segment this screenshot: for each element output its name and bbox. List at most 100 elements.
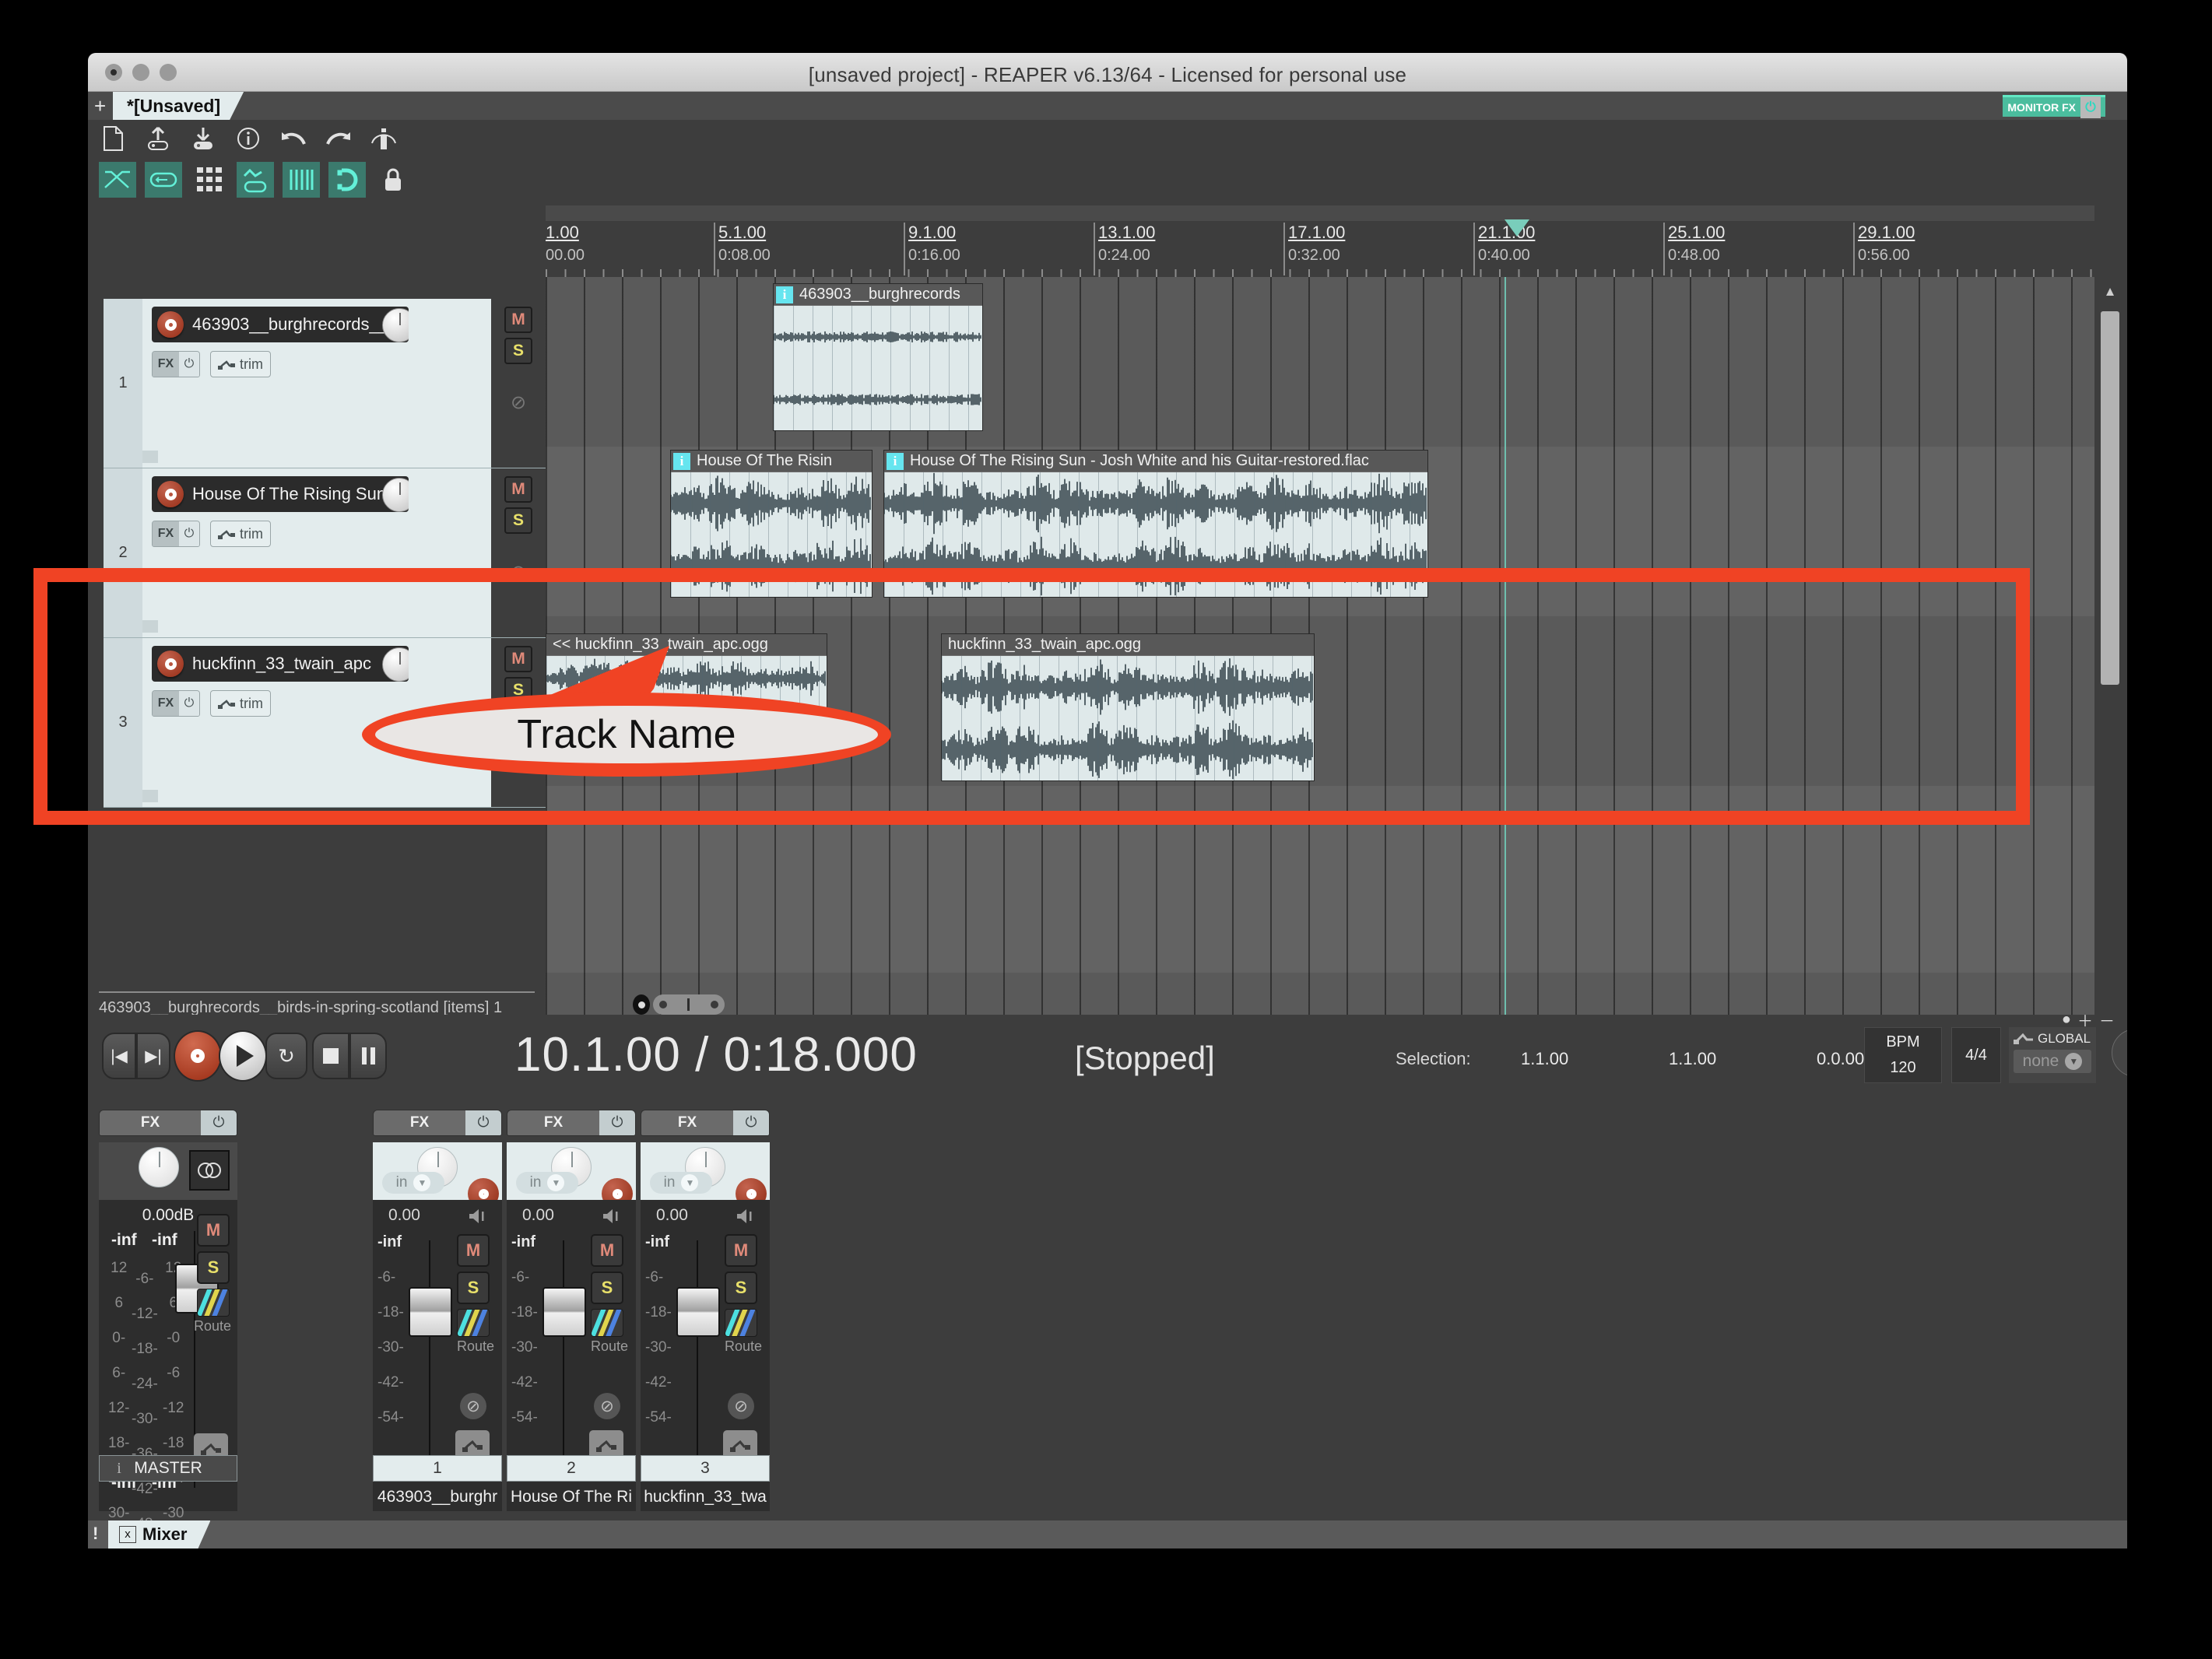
- channel-strip-tab[interactable]: 1: [373, 1455, 502, 1482]
- chevron-down-icon[interactable]: ▼: [413, 1174, 431, 1191]
- channel-strip-tab[interactable]: 2: [507, 1455, 636, 1482]
- stop-button[interactable]: [312, 1033, 349, 1079]
- channel-fx-power-icon[interactable]: ⏻: [599, 1110, 635, 1135]
- envelope-link-icon[interactable]: [237, 162, 274, 198]
- remove-mini-icon[interactable]: －: [2099, 1008, 2115, 1031]
- playback-position-display[interactable]: 10.1.00 / 0:18.000: [514, 1027, 918, 1082]
- track-name-field[interactable]: huckfinn_33_twain_apc: [152, 646, 409, 682]
- master-fx-power-icon[interactable]: ⏻: [201, 1110, 237, 1135]
- track-panel[interactable]: 2 House Of The Rising Sun - J FX ⏻ trim M S ⊘: [104, 468, 546, 638]
- time-signature-control[interactable]: 4/4: [1951, 1027, 2001, 1083]
- master-strip-tab[interactable]: i MASTER: [99, 1455, 237, 1482]
- transport-mini-controls[interactable]: ● ＋ －: [2062, 1008, 2115, 1031]
- channel-phase-invert-button[interactable]: ⊘: [460, 1393, 486, 1419]
- media-item-header[interactable]: << huckfinn_33_twain_apc.ogg: [546, 634, 827, 656]
- play-button[interactable]: [219, 1030, 267, 1082]
- playrate-knob[interactable]: [2112, 1029, 2127, 1077]
- track-envelope-handle[interactable]: [142, 620, 158, 633]
- master-pan-knob[interactable]: [139, 1147, 179, 1187]
- stereo-width-icon[interactable]: [189, 1150, 230, 1191]
- media-item-header[interactable]: i 463903__burghrecords: [774, 284, 982, 306]
- scroll-up-icon[interactable]: ▲: [2101, 283, 2119, 300]
- track-trim-button[interactable]: trim: [210, 351, 271, 377]
- global-automation-select[interactable]: none ▼: [2014, 1050, 2091, 1073]
- record-arm-icon[interactable]: [157, 481, 184, 507]
- track-pan-knob[interactable]: [382, 478, 409, 512]
- grid-icon[interactable]: [191, 162, 228, 198]
- info-icon[interactable]: [234, 125, 262, 153]
- media-item-waveform[interactable]: [546, 656, 827, 745]
- channel-fader-handle[interactable]: [409, 1287, 452, 1337]
- track-trim-button[interactable]: trim: [210, 690, 271, 717]
- horizontal-zoom-control[interactable]: [633, 994, 725, 1015]
- channel-name-label[interactable]: House Of The Ri: [507, 1488, 636, 1506]
- new-project-tab-button[interactable]: +: [94, 96, 106, 116]
- item-info-icon[interactable]: i: [776, 286, 793, 303]
- channel-fx-button[interactable]: FX ⏻: [507, 1110, 636, 1136]
- speaker-icon[interactable]: [736, 1208, 756, 1229]
- media-item-waveform[interactable]: [884, 472, 1427, 597]
- channel-phase-invert-button[interactable]: ⊘: [594, 1393, 620, 1419]
- media-item[interactable]: i House Of The Rising Sun - Josh White an…: [883, 450, 1428, 598]
- open-project-icon[interactable]: [144, 125, 172, 153]
- media-item-waveform[interactable]: [774, 306, 982, 430]
- phase-invert-icon[interactable]: ⊘: [505, 389, 532, 416]
- channel-volume-value[interactable]: 0.00: [656, 1206, 688, 1225]
- master-mute-button[interactable]: M: [197, 1214, 230, 1247]
- track-fx-button[interactable]: FX ⏻: [152, 690, 200, 717]
- channel-mute-button[interactable]: M: [725, 1234, 757, 1267]
- track-panel[interactable]: 3 huckfinn_33_twain_apc FX ⏻ trim M S ⊘: [104, 638, 546, 808]
- track-fx-button[interactable]: FX ⏻: [152, 351, 200, 377]
- lock-icon[interactable]: [374, 162, 412, 198]
- media-item[interactable]: huckfinn_33_twain_apc.ogg: [941, 633, 1315, 781]
- item-info-icon[interactable]: i: [673, 452, 690, 470]
- channel-fx-button[interactable]: FX ⏻: [641, 1110, 770, 1136]
- dock-mixer-tab[interactable]: x Mixer: [108, 1520, 210, 1549]
- bpm-control[interactable]: BPM 120: [1864, 1027, 1942, 1083]
- track-name-field[interactable]: 463903__burghrecords__bir: [152, 307, 409, 342]
- media-item-waveform[interactable]: [942, 656, 1314, 780]
- track-solo-button[interactable]: S: [504, 338, 532, 364]
- speaker-icon[interactable]: [468, 1208, 488, 1229]
- track-trim-button[interactable]: trim: [210, 521, 271, 547]
- master-fx-button[interactable]: FX ⏻: [99, 1110, 237, 1136]
- time-signature-value[interactable]: 4/4: [1965, 1047, 1987, 1064]
- channel-route-button[interactable]: [591, 1309, 623, 1337]
- track-pan-knob[interactable]: [382, 308, 409, 342]
- record-arm-icon[interactable]: [157, 311, 184, 338]
- channel-input-select[interactable]: in ▼: [650, 1172, 712, 1194]
- add-mini-icon[interactable]: ＋: [2077, 1008, 2093, 1031]
- track-solo-button[interactable]: S: [504, 507, 532, 534]
- chevron-down-icon[interactable]: ▼: [547, 1174, 565, 1191]
- go-to-end-button[interactable]: ▶|: [136, 1033, 170, 1079]
- global-automation-control[interactable]: GLOBAL none ▼: [2009, 1027, 2096, 1083]
- magnet-icon[interactable]: [328, 162, 366, 198]
- phase-invert-icon[interactable]: ⊘: [505, 728, 532, 755]
- channel-fader-handle[interactable]: [676, 1287, 720, 1337]
- record-arm-icon[interactable]: [157, 651, 184, 677]
- channel-volume-value[interactable]: 0.00: [522, 1206, 554, 1225]
- channel-fx-power-icon[interactable]: ⏻: [733, 1110, 769, 1135]
- selection-start-value[interactable]: 1.1.00: [1471, 1049, 1619, 1069]
- horizontal-scrollbar[interactable]: [653, 994, 725, 1015]
- record-arm-mini-icon[interactable]: ●: [2062, 1011, 2071, 1029]
- channel-input-select[interactable]: in ▼: [382, 1172, 444, 1194]
- project-tab[interactable]: *[Unsaved]: [113, 92, 244, 120]
- undo-icon[interactable]: [279, 125, 307, 153]
- channel-input-select[interactable]: in ▼: [516, 1172, 578, 1194]
- channel-phase-invert-button[interactable]: ⊘: [728, 1393, 754, 1419]
- media-item-header[interactable]: i House Of The Rising Sun - Josh White an…: [884, 451, 1427, 472]
- ruler-top-strip[interactable]: [546, 205, 2094, 221]
- channel-route-button[interactable]: [457, 1309, 490, 1337]
- pause-button[interactable]: [349, 1033, 387, 1079]
- channel-name-label[interactable]: huckfinn_33_twa: [641, 1488, 770, 1506]
- channel-solo-button[interactable]: S: [725, 1271, 757, 1304]
- channel-mute-button[interactable]: M: [591, 1234, 623, 1267]
- channel-route-button[interactable]: [725, 1309, 757, 1337]
- track-envelope-handle[interactable]: [142, 451, 158, 463]
- zoom-knob-icon[interactable]: [633, 994, 650, 1015]
- channel-strip-tab[interactable]: 3: [641, 1455, 770, 1482]
- master-route-button[interactable]: [197, 1289, 230, 1317]
- media-item[interactable]: i 463903__burghrecords: [773, 283, 983, 431]
- close-icon[interactable]: x: [119, 1526, 136, 1543]
